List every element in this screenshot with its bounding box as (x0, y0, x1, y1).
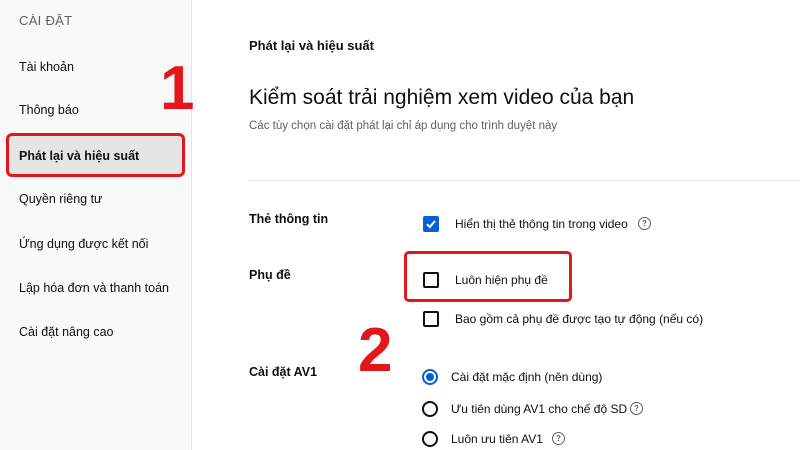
divider (249, 180, 800, 181)
av1-default-text: Cài đặt mặc định (nên dùng) (451, 370, 603, 384)
checkmark-icon (426, 220, 436, 229)
always-show-subtitles-text: Luôn hiện phụ đề (455, 273, 548, 287)
auto-generated-subtitles-checkbox[interactable] (423, 311, 439, 327)
help-icon[interactable]: ? (630, 402, 643, 415)
sidebar-item-advanced[interactable]: Cài đặt nâng cao (19, 325, 189, 339)
info-cards-option-text: Hiển thị thẻ thông tin trong video (455, 217, 628, 231)
sidebar-item-connected-apps[interactable]: Ứng dụng được kết nối (19, 237, 189, 251)
sidebar-item-billing[interactable]: Lập hóa đơn và thanh toán (19, 281, 189, 295)
step-1-annotation: 1 (160, 54, 195, 123)
info-cards-label: Thẻ thông tin (249, 212, 329, 226)
subtitles-label: Phụ đề (249, 268, 291, 282)
always-show-subtitles-checkbox[interactable] (423, 272, 439, 288)
page-title: Kiểm soát trải nghiệm xem video của bạn (249, 86, 635, 109)
info-cards-checkbox[interactable] (423, 216, 439, 232)
step-2-annotation: 2 (358, 316, 393, 385)
av1-label: Cài đặt AV1 (249, 365, 318, 379)
help-icon[interactable]: ? (552, 432, 565, 445)
sidebar-item-privacy[interactable]: Quyền riêng tư (19, 192, 189, 206)
av1-prefer-sd-radio[interactable] (422, 401, 438, 417)
auto-generated-subtitles-text: Bao gồm cả phụ đề được tạo tự động (nếu … (455, 312, 704, 326)
help-icon[interactable]: ? (638, 217, 651, 230)
sidebar-item-playback-performance[interactable]: Phát lại và hiệu suất (6, 133, 185, 177)
sidebar-item-label: Phát lại và hiệu suất (19, 149, 140, 163)
sidebar-title: CÀI ĐẶT (19, 13, 73, 28)
av1-default-radio[interactable] (422, 369, 438, 385)
av1-always-radio[interactable] (422, 431, 438, 447)
page-subtitle: Các tùy chọn cài đặt phát lại chỉ áp dụn… (249, 120, 558, 132)
section-heading: Phát lại và hiệu suất (249, 38, 374, 53)
av1-always-text: Luôn ưu tiên AV1 (451, 432, 543, 446)
av1-prefer-sd-text: Ưu tiên dùng AV1 cho chế độ SD (451, 402, 628, 416)
